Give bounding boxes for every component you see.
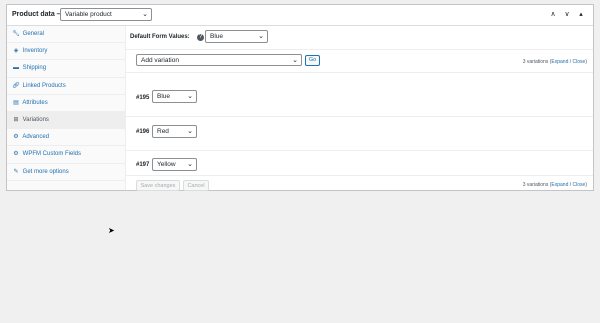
count-text: 3 variations ( [522,182,552,188]
tab-label: Inventory [22,48,48,55]
default-values-row: Default Form Values: ? Blue ⌄ [126,26,593,50]
grid-icon: ⊞ [13,116,19,123]
chevron-down-icon[interactable]: ∨ [561,10,573,18]
variation-row[interactable]: #196 Red ⌄ [126,117,593,151]
default-color-select[interactable]: Blue ⌄ [205,30,268,43]
tab-wpfm-custom-fields[interactable]: ⚙︎ WPFM Custom Fields [7,146,125,164]
chevron-up-icon[interactable]: ∧ [547,10,559,18]
save-changes-button[interactable]: Save changes [136,180,180,191]
chevron-down-icon: ⌄ [187,128,193,135]
variation-id: #196 [136,129,150,135]
variation-value: Blue [157,93,171,100]
variation-id: #195 [136,95,150,101]
plugin-icon: ✎ [13,168,19,175]
mouse-cursor-icon: ➤ [108,226,115,235]
default-color-value: Blue [210,33,224,40]
variation-id: #197 [136,162,150,168]
link-icon: 🔗︎ [12,82,20,89]
variation-row[interactable]: #195 Blue ⌄ [126,73,593,117]
variation-row[interactable]: #197 Yellow ⌄ [126,151,593,176]
list-icon: ▤ [13,99,19,106]
gear-icon: ⚙︎ [13,134,19,141]
expand-link[interactable]: Expand [551,182,568,188]
tab-shipping[interactable]: ▬ Shipping [7,60,125,78]
tab-general[interactable]: 🔧︎ General [7,26,125,44]
add-variation-select[interactable]: Add variation ⌄ [136,54,302,66]
variations-panel: Default Form Values: ? Blue ⌄ Add variat… [126,26,593,191]
close-paren: ) [585,59,587,65]
cancel-button[interactable]: Cancel [183,180,209,191]
close-link[interactable]: Close [573,182,586,188]
product-type-value: Variable product [65,11,112,18]
variation-attribute-select[interactable]: Yellow ⌄ [152,158,197,171]
count-text: 3 variations ( [522,59,552,65]
help-icon[interactable]: ? [197,34,204,41]
tab-label: Linked Products [22,82,66,89]
chevron-down-icon: ⌄ [187,93,193,100]
triangle-up-icon[interactable]: ▴ [575,10,587,18]
go-button[interactable]: Go [305,55,320,66]
tag-icon: ◈ [13,48,19,55]
product-data-header: Product data — Variable product ⌄ ∧ ∨ ▴ [7,5,593,26]
variations-count: 3 variations (Expand / Close) [523,59,587,65]
chevron-down-icon: ⌄ [292,57,298,64]
variation-value: Yellow [157,161,176,168]
panel-controls: ∧ ∨ ▴ [547,10,587,18]
product-type-select[interactable]: Variable product ⌄ [60,8,152,21]
tab-label: WPFM Custom Fields [22,151,82,158]
add-variation-row: Add variation ⌄ Go 3 variations (Expand … [126,50,593,73]
variation-value: Red [157,128,169,135]
gear-icon: ⚙︎ [13,151,19,158]
close-paren: ) [585,182,587,188]
product-data-title: Product data — [12,11,64,18]
tab-attributes[interactable]: ▤ Attributes [7,95,125,112]
tab-get-more-options[interactable]: ✎ Get more options [7,164,125,181]
variation-attribute-select[interactable]: Red ⌄ [152,125,197,138]
chevron-down-icon: ⌄ [142,11,148,18]
close-link[interactable]: Close [573,59,586,65]
product-data-tabs: 🔧︎ General ◈ Inventory ▬ Shipping 🔗︎ Lin… [7,26,126,190]
tab-advanced[interactable]: ⚙︎ Advanced [7,129,125,147]
product-data-panel: Product data — Variable product ⌄ ∧ ∨ ▴ … [6,4,594,191]
tab-label: Advanced [22,134,50,141]
truck-icon: ▬ [13,65,19,72]
chevron-down-icon: ⌄ [187,161,193,168]
wrench-icon: 🔧︎ [12,31,20,37]
tab-linked-products[interactable]: 🔗︎ Linked Products [7,78,125,95]
tab-label: General [22,31,45,37]
variations-count: 3 variations (Expand / Close) [523,182,587,188]
chevron-down-icon: ⌄ [258,33,264,40]
tab-inventory[interactable]: ◈ Inventory [7,43,125,61]
tab-label: Variations [22,116,49,123]
variation-attribute-select[interactable]: Blue ⌄ [152,90,197,103]
tab-label: Get more options [22,168,69,175]
tab-label: Attributes [22,99,48,106]
default-values-label: Default Form Values: [130,34,190,40]
tab-label: Shipping [22,65,47,72]
add-variation-value: Add variation [141,57,179,64]
tab-variations[interactable]: ⊞ Variations [7,111,125,130]
expand-link[interactable]: Expand [551,59,568,65]
